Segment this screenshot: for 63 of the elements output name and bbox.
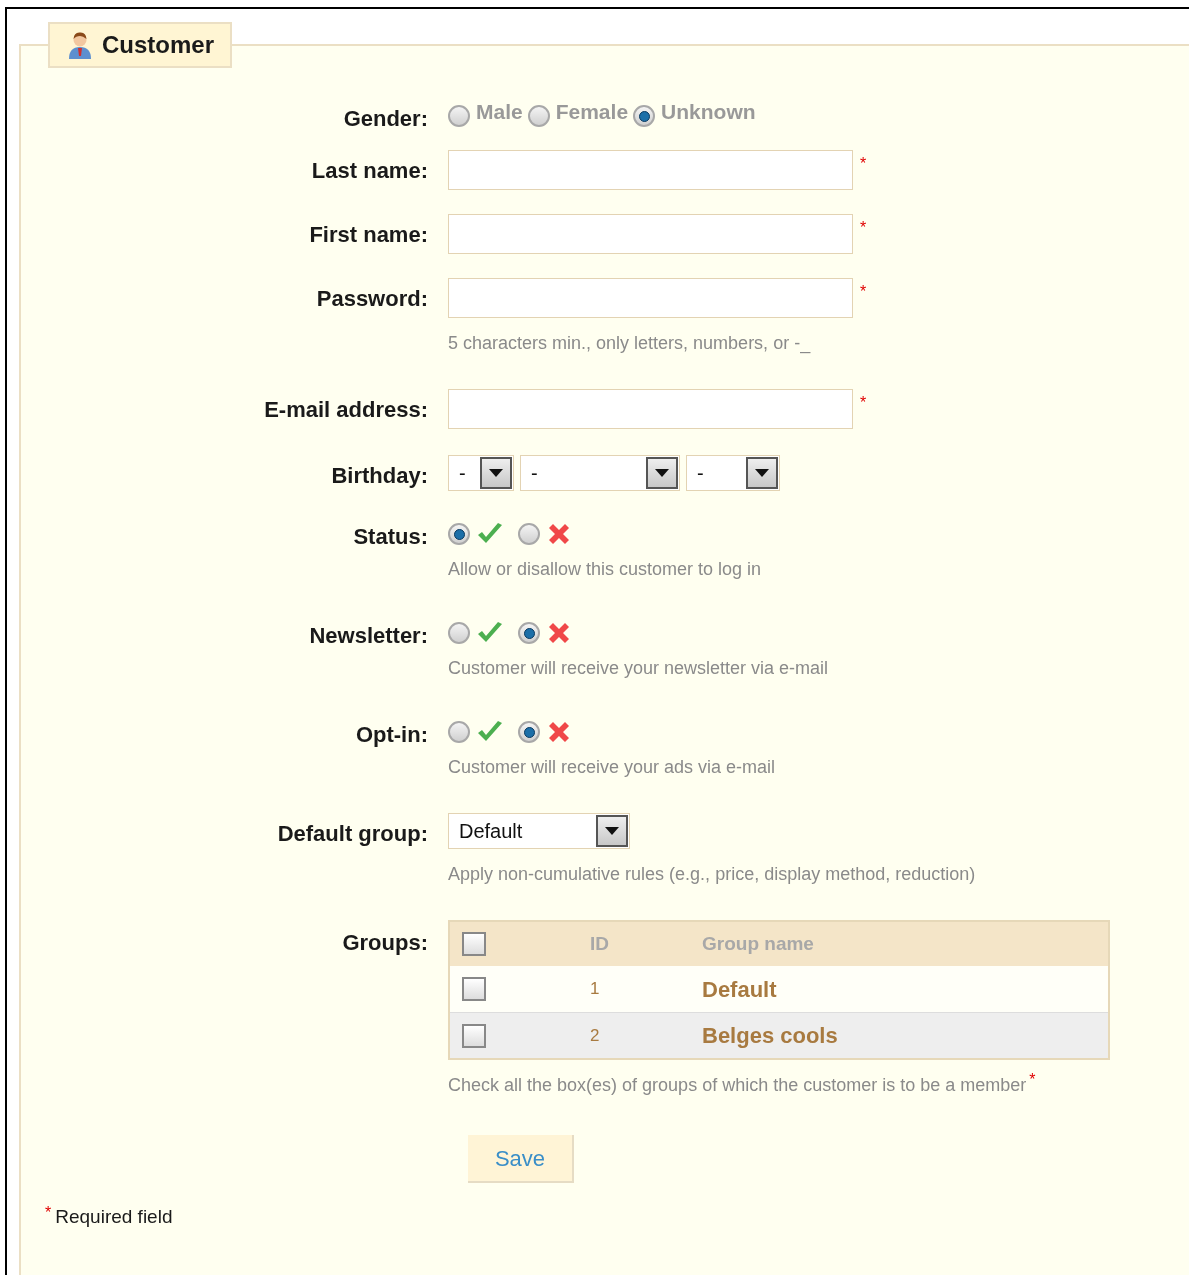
radio-button[interactable] [448,721,470,743]
caret-icon [655,469,669,477]
field-label: Opt-in: [355,721,428,749]
field-label: Birthday: [331,462,428,490]
table-cell-text: 2 [590,1024,601,1047]
person-icon [66,30,94,60]
required-mark: * [45,1205,52,1221]
column-header: Group name [702,931,814,956]
hint-text: Apply non-cumulative rules (e.g., price, display method, reduction) [448,863,976,886]
radio-label: Male [476,99,523,126]
select-field[interactable]: - [686,455,780,491]
radio-button[interactable] [448,622,470,644]
select-field[interactable]: - [448,455,514,491]
hint-text: 5 characters min., only letters, numbers, or -_ [448,332,811,356]
required-mark: * [1029,1072,1036,1088]
radio-label: Unknown [661,99,756,126]
table-cell-text: Default [702,975,777,1004]
field-label: Password: [316,285,428,313]
radio-button[interactable] [448,523,470,545]
caret-icon [755,469,769,477]
select-field[interactable]: - [520,455,680,491]
select-field[interactable]: Default [448,813,630,849]
text-field[interactable] [448,389,853,429]
radio-button[interactable] [527,105,550,127]
field-label: E-mail address: [264,396,428,424]
field-label: Status: [353,523,428,551]
text-field[interactable] [448,214,853,254]
radio-button[interactable] [518,721,540,743]
required-mark: * [860,156,867,172]
field-label: First name: [309,221,428,249]
hint-text: Customer will receive your newsletter via e-mail [448,657,829,680]
field-label: Default group: [277,820,428,848]
dropdown-arrow-button[interactable] [646,457,678,489]
radio-label: Female [555,99,629,126]
field-label: Newsletter: [309,622,428,650]
radio-button[interactable] [448,105,470,127]
dropdown-arrow-button[interactable] [596,815,628,847]
dropdown-arrow-button[interactable] [480,457,512,489]
text-field[interactable] [448,278,853,318]
field-label: Gender: [343,105,428,133]
checkbox[interactable] [462,977,486,1001]
hint-text: Customer will receive your ads via e-mail [448,756,776,779]
radio-button[interactable] [518,622,540,644]
required-mark: * [860,284,867,300]
field-label: Groups: [342,929,428,957]
text-field[interactable] [448,150,853,190]
table-cell-text: Belges cools [702,1022,838,1050]
caret-icon [605,827,619,835]
table-cell-text: 1 [590,978,601,1001]
hint-text: Check all the box(es) of groups of which the customer is to be a member [448,1074,1027,1097]
checkbox[interactable] [462,932,486,956]
hint-text: Allow or disallow this customer to log in [448,558,762,581]
caret-icon [489,469,503,477]
section-title: Customer [102,30,215,60]
field-label: Last name: [311,157,428,185]
column-header: ID [590,931,610,956]
radio-button[interactable] [518,523,540,545]
dropdown-arrow-button[interactable] [746,457,778,489]
footnote-text: Required field [55,1205,173,1229]
required-mark: * [860,395,867,411]
required-mark: * [860,220,867,236]
radio-button[interactable] [633,105,656,127]
checkbox[interactable] [462,1023,486,1048]
